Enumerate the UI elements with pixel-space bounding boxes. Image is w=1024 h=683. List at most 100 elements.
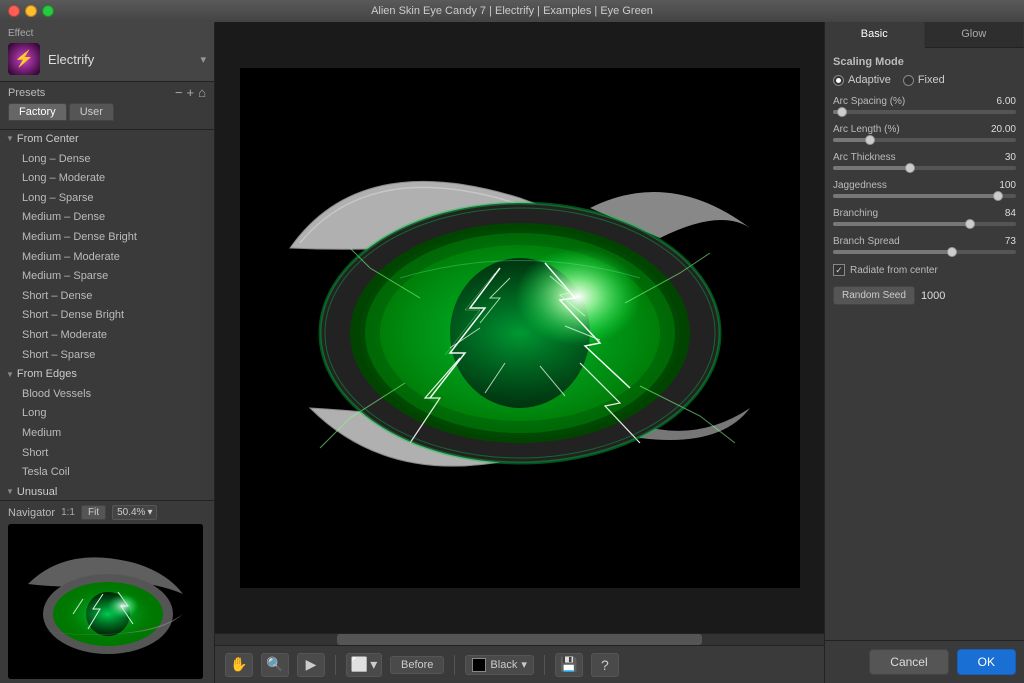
tree-group-from-center[interactable]: From Center <box>0 130 214 150</box>
radio-adaptive-dot[interactable] <box>833 75 844 86</box>
ok-button[interactable]: OK <box>957 649 1016 675</box>
effect-icon: ⚡ <box>8 43 40 75</box>
presets-home-button[interactable]: ⌂ <box>198 86 206 99</box>
slider-thumb-branching[interactable] <box>965 219 975 229</box>
play-button[interactable]: ▶ <box>297 653 325 677</box>
help-button[interactable]: ? <box>591 653 619 677</box>
tree-group-from-edges[interactable]: From Edges <box>0 365 214 385</box>
slider-fill-jaggedness <box>833 194 998 198</box>
slider-header-branching: Branching 84 <box>833 208 1016 219</box>
tab-basic[interactable]: Basic <box>825 22 925 48</box>
tree-item[interactable]: Long – Dense <box>0 150 214 170</box>
titlebar-buttons <box>8 5 54 17</box>
navigator-percent-value: 50.4% <box>117 507 145 518</box>
presets-controls: − + ⌂ <box>175 86 206 99</box>
radio-adaptive[interactable]: Adaptive <box>833 74 891 86</box>
slider-track-branch_spread[interactable] <box>833 250 1016 254</box>
minimize-button[interactable] <box>25 5 37 17</box>
toolbar-separator-3 <box>544 655 545 675</box>
tree-item[interactable]: Medium – Sparse <box>0 267 214 287</box>
slider-track-arc_spacing[interactable] <box>833 110 1016 114</box>
slider-row-arc_length: Arc Length (%) 20.00 <box>833 124 1016 142</box>
presets-minus-button[interactable]: − <box>175 86 183 99</box>
tree-item[interactable]: Short – Sparse <box>0 346 214 366</box>
slider-header-jaggedness: Jaggedness 100 <box>833 180 1016 191</box>
tree-item[interactable]: Medium – Dense Bright <box>0 228 214 248</box>
radio-fixed-dot[interactable] <box>903 75 914 86</box>
tree-item[interactable]: Long – Sparse <box>0 189 214 209</box>
preset-tabs: Factory User <box>8 103 206 121</box>
zoom-tool-button[interactable]: 🔍 <box>261 653 289 677</box>
radiate-checkbox[interactable]: ✓ <box>833 264 845 276</box>
close-button[interactable] <box>8 5 20 17</box>
slider-value-arc_length: 20.00 <box>991 124 1016 135</box>
slider-track-arc_thickness[interactable] <box>833 166 1016 170</box>
slider-thumb-jaggedness[interactable] <box>993 191 1003 201</box>
random-seed-button[interactable]: Random Seed <box>833 286 915 305</box>
scaling-mode-title: Scaling Mode <box>833 56 1016 68</box>
tree-item[interactable]: Tesla Coil <box>0 463 214 483</box>
slider-thumb-arc_spacing[interactable] <box>837 107 847 117</box>
left-panel: Effect ⚡ Electrify ▾ Presets − + ⌂ Facto… <box>0 22 215 683</box>
seed-row: Random Seed 1000 <box>833 286 1016 305</box>
toolbar-separator-2 <box>454 655 455 675</box>
play-icon: ▶ <box>306 656 317 673</box>
slider-thumb-arc_thickness[interactable] <box>905 163 915 173</box>
effect-dropdown-arrow[interactable]: ▾ <box>200 53 206 66</box>
effect-item: ⚡ Electrify ▾ <box>8 43 206 75</box>
maximize-button[interactable] <box>42 5 54 17</box>
view-mode-button[interactable]: ⬜ ▾ <box>346 653 382 677</box>
save-button[interactable]: 💾 <box>555 653 583 677</box>
slider-track-branching[interactable] <box>833 222 1016 226</box>
canvas-toolbar: ✋ 🔍 ▶ ⬜ ▾ Before Black ▾ <box>215 645 824 683</box>
tree-item[interactable]: Blood Vessels <box>0 385 214 405</box>
tree-item[interactable]: Long – Moderate <box>0 169 214 189</box>
slider-label-jaggedness: Jaggedness <box>833 180 887 191</box>
cancel-button[interactable]: Cancel <box>869 649 948 675</box>
before-button[interactable]: Before <box>390 656 444 674</box>
slider-thumb-arc_length[interactable] <box>865 135 875 145</box>
tree-item[interactable]: Medium <box>0 424 214 444</box>
slider-label-arc_thickness: Arc Thickness <box>833 152 896 163</box>
preset-tree[interactable]: From CenterLong – DenseLong – ModerateLo… <box>0 130 214 500</box>
slider-thumb-branch_spread[interactable] <box>947 247 957 257</box>
tree-item[interactable]: Short <box>0 444 214 464</box>
slider-track-jaggedness[interactable] <box>833 194 1016 198</box>
tree-item[interactable]: Medium – Dense <box>0 208 214 228</box>
tree-item[interactable]: Short – Moderate <box>0 326 214 346</box>
help-icon: ? <box>601 657 609 673</box>
tab-factory[interactable]: Factory <box>8 103 67 121</box>
titlebar: Alien Skin Eye Candy 7 | Electrify | Exa… <box>0 0 1024 22</box>
canvas-area[interactable] <box>215 22 824 633</box>
slider-fill-branch_spread <box>833 250 952 254</box>
tree-item[interactable]: Short – Dense Bright <box>0 306 214 326</box>
presets-label: Presets <box>8 87 45 99</box>
navigator-percent[interactable]: 50.4% ▾ <box>112 505 157 520</box>
slider-label-branching: Branching <box>833 208 878 219</box>
presets-plus-button[interactable]: + <box>187 86 195 99</box>
color-picker-button[interactable]: Black ▾ <box>465 655 533 675</box>
radio-fixed[interactable]: Fixed <box>903 74 945 86</box>
tree-item[interactable]: Medium – Moderate <box>0 248 214 268</box>
canvas-scrollbar-h[interactable] <box>215 633 824 645</box>
navigator-section: Navigator 1:1 Fit 50.4% ▾ <box>0 500 214 683</box>
tab-glow[interactable]: Glow <box>925 22 1024 47</box>
right-panel-content: Scaling Mode Adaptive Fixed Arc Spacing … <box>825 48 1024 640</box>
slider-header-branch_spread: Branch Spread 73 <box>833 236 1016 247</box>
zoom-icon: 🔍 <box>266 656 283 673</box>
slider-fill-branching <box>833 222 970 226</box>
slider-track-arc_length[interactable] <box>833 138 1016 142</box>
tree-item[interactable]: Short – Dense <box>0 287 214 307</box>
radiate-checkbox-row[interactable]: ✓ Radiate from center <box>833 264 1016 276</box>
slider-row-branching: Branching 84 <box>833 208 1016 226</box>
slider-label-branch_spread: Branch Spread <box>833 236 900 247</box>
slider-header-arc_length: Arc Length (%) 20.00 <box>833 124 1016 135</box>
tab-user[interactable]: User <box>69 103 114 121</box>
tree-item[interactable]: Long <box>0 404 214 424</box>
slider-label-arc_length: Arc Length (%) <box>833 124 900 135</box>
navigator-percent-arrow: ▾ <box>147 507 152 518</box>
canvas-scrollbar-thumb[interactable] <box>337 634 702 645</box>
navigator-fit-button[interactable]: Fit <box>81 505 106 520</box>
hand-tool-button[interactable]: ✋ <box>225 653 253 677</box>
tree-group-unusual[interactable]: Unusual <box>0 483 214 500</box>
